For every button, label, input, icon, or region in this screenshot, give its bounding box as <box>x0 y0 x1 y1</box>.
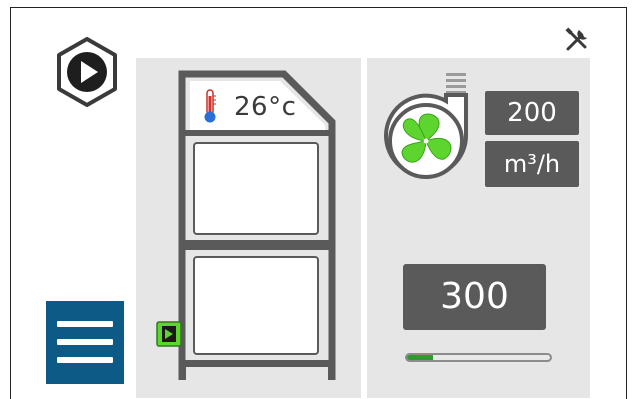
fan-progress-bar <box>405 353 552 362</box>
play-icon[interactable] <box>52 37 122 107</box>
fan-icon <box>384 73 469 179</box>
airflow-value: 200 <box>485 91 579 135</box>
fan-setpoint-button[interactable]: 300 <box>403 264 546 330</box>
thermometer-icon <box>204 89 216 123</box>
hamburger-menu-icon <box>57 339 113 345</box>
airflow-unit: m³/h <box>485 141 579 187</box>
play-arrow-icon[interactable] <box>156 321 182 347</box>
fan-progress-fill <box>407 355 433 360</box>
hamburger-menu-icon <box>57 321 113 327</box>
hamburger-menu-icon <box>57 357 113 363</box>
wrench-screwdriver-icon[interactable] <box>563 26 591 54</box>
menu-button[interactable] <box>46 301 124 384</box>
cabinet-temperature: 26°c <box>234 92 297 122</box>
